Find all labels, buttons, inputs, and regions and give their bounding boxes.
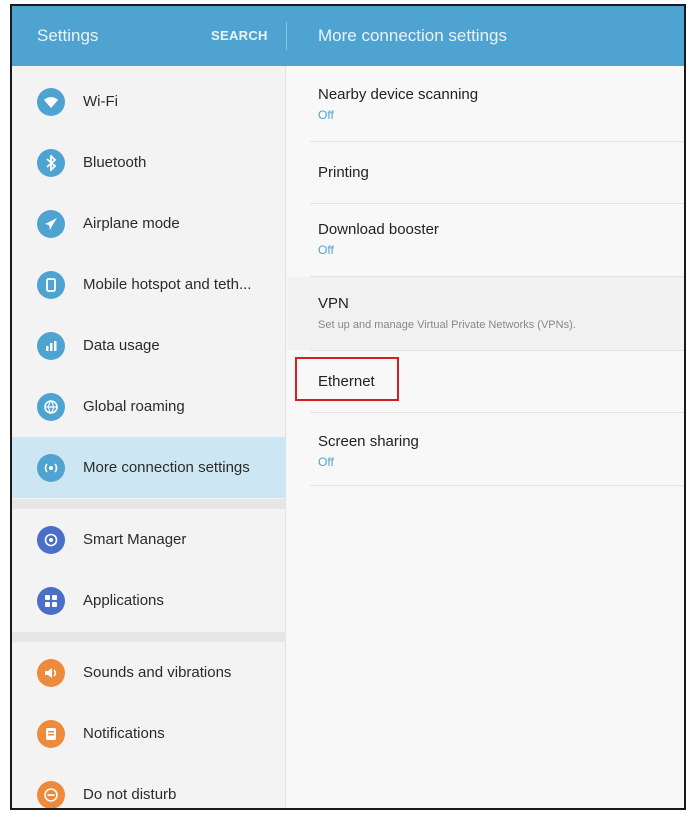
row-divider — [310, 485, 684, 486]
data-usage-icon — [37, 331, 65, 360]
sidebar-item-bluetooth[interactable]: Bluetooth — [12, 132, 286, 193]
sidebar-item-more-connection-settings[interactable]: More connection settings — [12, 437, 286, 498]
globe-icon — [37, 392, 65, 421]
sidebar-item-label: Mobile hotspot and teth... — [83, 276, 252, 293]
header-divider — [286, 22, 287, 50]
list-item-nearby-device-scanning[interactable]: Nearby device scanning Off — [287, 66, 684, 141]
settings-sidebar: Wi-Fi Bluetooth Airplane mode Mobile hot… — [12, 66, 286, 808]
connection-settings-icon — [37, 453, 65, 482]
sidebar-item-label: Airplane mode — [83, 215, 180, 232]
search-button[interactable]: SEARCH — [211, 28, 268, 43]
app-header: Settings SEARCH More connection settings — [12, 6, 684, 66]
connection-settings-list: Nearby device scanning Off Printing Down… — [287, 66, 684, 808]
sidebar-item-sounds-and-vibrations[interactable]: Sounds and vibrations — [12, 642, 286, 703]
row-title: VPN — [318, 295, 349, 312]
group-separator — [12, 632, 286, 642]
list-item-printing[interactable]: Printing — [287, 142, 684, 203]
do-not-disturb-icon — [37, 780, 65, 808]
list-item-download-booster[interactable]: Download booster Off — [287, 204, 684, 276]
smart-manager-icon — [37, 525, 65, 554]
applications-icon — [37, 586, 65, 615]
sidebar-item-do-not-disturb[interactable]: Do not disturb — [12, 764, 286, 808]
sidebar-item-notifications[interactable]: Notifications — [12, 703, 286, 764]
sound-icon — [37, 658, 65, 687]
row-status: Off — [318, 108, 334, 122]
sidebar-item-label: Global roaming — [83, 398, 185, 415]
sidebar-item-wifi[interactable]: Wi-Fi — [12, 71, 286, 132]
sidebar-item-airplane-mode[interactable]: Airplane mode — [12, 193, 286, 254]
airplane-icon — [37, 209, 65, 238]
sidebar-item-mobile-hotspot[interactable]: Mobile hotspot and teth... — [12, 254, 286, 315]
settings-window: Settings SEARCH More connection settings… — [10, 4, 686, 810]
sidebar-item-label: Do not disturb — [83, 786, 177, 803]
sidebar-item-label: Wi-Fi — [83, 93, 118, 110]
sidebar-item-label: Applications — [83, 592, 164, 609]
page-title: More connection settings — [318, 26, 507, 45]
row-title: Printing — [318, 164, 369, 181]
sidebar-item-label: More connection settings — [83, 459, 250, 476]
row-description: Set up and manage Virtual Private Networ… — [318, 319, 576, 331]
group-separator — [12, 499, 286, 509]
row-status: Off — [318, 243, 334, 257]
notifications-icon — [37, 719, 65, 748]
settings-title: Settings — [37, 26, 99, 45]
list-item-vpn[interactable]: VPN Set up and manage Virtual Private Ne… — [287, 277, 684, 350]
row-status: Off — [318, 455, 334, 469]
sidebar-item-label: Sounds and vibrations — [83, 664, 232, 681]
sidebar-item-label: Bluetooth — [83, 154, 147, 171]
ethernet-highlight-box — [295, 357, 399, 401]
sidebar-item-data-usage[interactable]: Data usage — [12, 315, 286, 376]
sidebar-item-applications[interactable]: Applications — [12, 570, 286, 631]
wifi-icon — [37, 87, 65, 116]
sidebar-item-label: Smart Manager — [83, 531, 187, 548]
sidebar-item-label: Notifications — [83, 725, 165, 742]
row-title: Screen sharing — [318, 433, 419, 450]
row-title: Nearby device scanning — [318, 86, 479, 103]
row-title: Download booster — [318, 221, 439, 238]
sidebar-item-global-roaming[interactable]: Global roaming — [12, 376, 286, 437]
sidebar-item-smart-manager[interactable]: Smart Manager — [12, 509, 286, 570]
hotspot-icon — [37, 270, 65, 299]
bluetooth-icon — [37, 148, 65, 177]
list-item-screen-sharing[interactable]: Screen sharing Off — [287, 413, 684, 485]
sidebar-item-label: Data usage — [83, 337, 160, 354]
